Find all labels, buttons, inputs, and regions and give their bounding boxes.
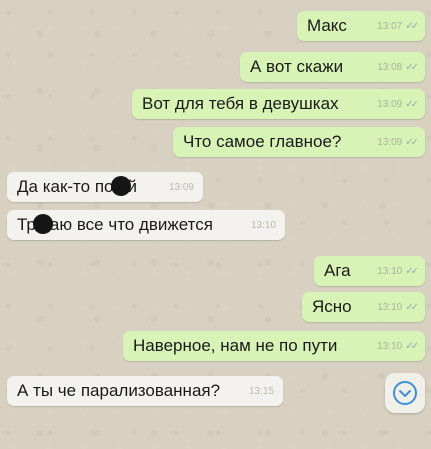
message-text: А вот скажи [250,57,344,76]
message-text: Наверное, нам не по пути [133,336,338,355]
read-ticks-icon: ✓✓ [405,98,419,110]
message-time: 13:09 [168,181,194,193]
scroll-to-bottom-button[interactable] [385,373,425,413]
message-incoming[interactable]: А ты че парализованная? 13:15 [7,376,283,406]
message-outgoing[interactable]: Наверное, нам не по пути 13:10 ✓✓ [123,331,425,361]
message-outgoing[interactable]: Вот для тебя в девушках 13:09 ✓✓ [132,89,425,119]
message-text: Вот для тебя в девушках [142,94,339,113]
message-time: 13:08 [377,61,403,73]
message-outgoing[interactable]: Ага 13:10 ✓✓ [314,256,425,286]
message-outgoing[interactable]: Макс 13:07 ✓✓ [297,11,425,41]
message-text: Ага [324,261,351,280]
message-text: Ясно [312,297,352,316]
message-time: 13:10 [377,340,403,352]
message-outgoing[interactable]: Ясно 13:10 ✓✓ [302,292,425,322]
message-time: 13:10 [377,265,403,277]
message-text: Макс [307,16,347,35]
message-text: Что самое главное? [183,132,342,151]
message-outgoing[interactable]: Что самое главное? 13:09 ✓✓ [173,127,425,157]
read-ticks-icon: ✓✓ [405,20,419,32]
message-time: 13:10 [377,301,403,313]
message-text: А ты че парализованная? [17,381,221,400]
message-text: Да как-то по й [17,176,137,197]
read-ticks-icon: ✓✓ [405,340,419,352]
message-time: 13:07 [377,20,403,32]
read-ticks-icon: ✓✓ [405,136,419,148]
message-time: 13:09 [377,136,403,148]
read-ticks-icon: ✓✓ [405,301,419,313]
chat-area[interactable]: Макс 13:07 ✓✓ А вот скажи 13:08 ✓✓ Вот для… [0,0,431,449]
message-incoming[interactable]: Да как-то по й 13:09 [7,172,203,202]
message-outgoing[interactable]: А вот скажи 13:08 ✓✓ [240,52,425,82]
read-ticks-icon: ✓✓ [405,265,419,277]
read-ticks-icon: ✓✓ [405,61,419,73]
censor-blot [110,176,131,197]
message-time: 13:10 [250,219,276,231]
message-time: 13:09 [377,98,403,110]
chevron-down-icon [393,381,417,405]
message-time: 13:15 [248,385,274,397]
message-text: Тр аю все что движется [17,214,213,235]
message-incoming[interactable]: Тр аю все что движется 13:10 [7,210,285,240]
